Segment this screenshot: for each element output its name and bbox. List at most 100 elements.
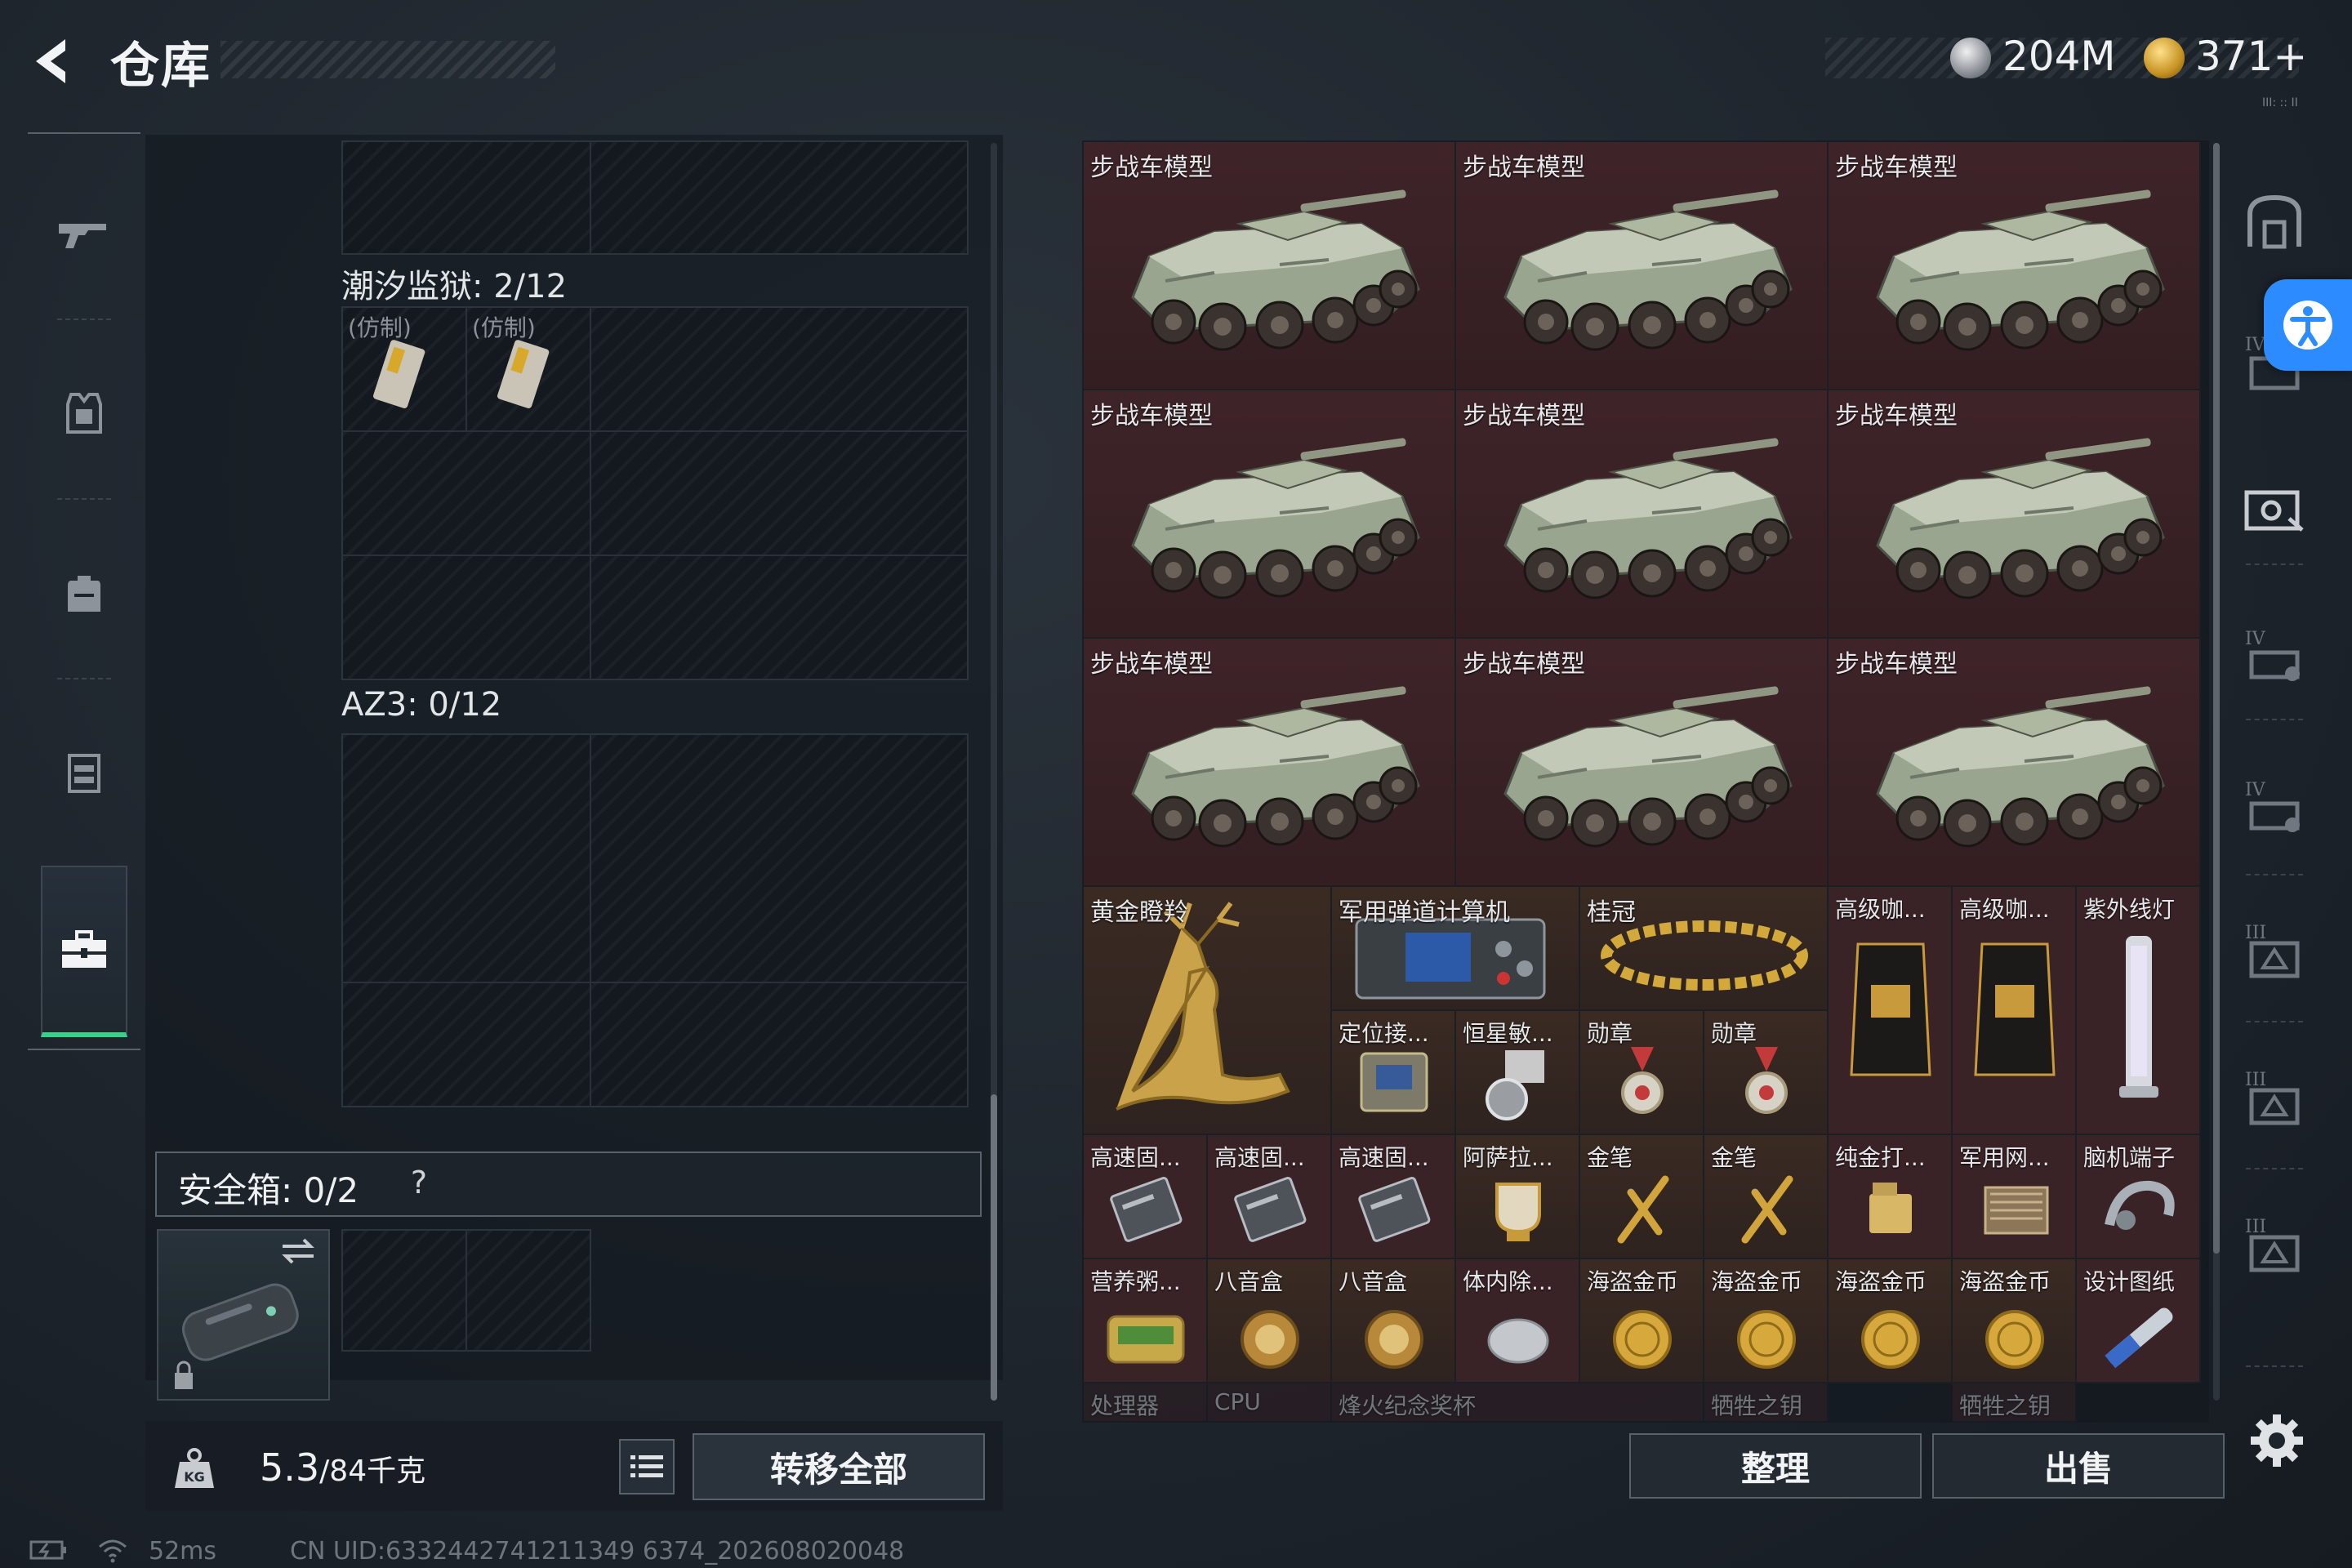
currency-1-value[interactable]: 204M — [2002, 33, 2116, 80]
right-nav-case[interactable] — [2238, 472, 2311, 546]
item-slot-golden-deer[interactable]: 黄金瞪羚 — [1084, 887, 1332, 1135]
right-nav-equipment-iii[interactable]: III — [2238, 915, 2311, 988]
weight-max: /84千克 — [319, 1454, 426, 1488]
item-name: 金笔 — [1587, 1144, 1633, 1171]
item-slot-vehicle-model[interactable]: 步战车模型 — [1084, 639, 1456, 887]
item-slot[interactable]: 高速固... — [1208, 1135, 1332, 1259]
item-name: 步战车模型 — [1463, 154, 1585, 182]
grid-divider — [341, 982, 969, 983]
nav-backpack[interactable] — [41, 547, 127, 637]
item-slot[interactable]: 营养粥... — [1084, 1259, 1208, 1383]
item-slot-vehicle-model[interactable]: 步战车模型 — [1829, 639, 2201, 887]
item-slot[interactable]: 阿萨拉... — [1456, 1135, 1580, 1259]
item-slot[interactable]: 脑机端子 — [2077, 1135, 2201, 1259]
title-decoration — [220, 41, 555, 78]
accessibility-button[interactable] — [2264, 279, 2352, 371]
item-name: 营养粥... — [1090, 1268, 1181, 1295]
lock-icon — [172, 1360, 196, 1391]
nav-armor[interactable] — [41, 368, 127, 457]
container-1-grid[interactable] — [341, 306, 969, 680]
right-nav-separator — [2246, 1021, 2303, 1022]
transfer-all-button[interactable]: 转移全部 — [693, 1433, 985, 1500]
right-nav-equipment-iii[interactable]: III — [2238, 1062, 2311, 1135]
sort-button[interactable]: 整理 — [1629, 1433, 1922, 1499]
right-nav-separator — [2246, 1365, 2303, 1367]
item-slot[interactable]: 体内除... — [1456, 1259, 1580, 1383]
item-slot-vehicle-model[interactable]: 步战车模型 — [1084, 142, 1456, 390]
item-slot[interactable]: 处理器 — [1084, 1383, 1208, 1423]
item-slot[interactable]: 设计图纸 — [2077, 1259, 2201, 1383]
item-slot-premium-coffee[interactable]: 高级咖... — [1953, 887, 2077, 1135]
item-slot-star-sensor[interactable]: 恒星敏... — [1456, 1011, 1580, 1135]
container-2-label: AZ3: 0/12 — [341, 686, 502, 724]
item-slot[interactable]: 金笔 — [1580, 1135, 1704, 1259]
item-name: 桂冠 — [1587, 898, 1636, 927]
right-nav-equipment-iv[interactable]: IV — [2238, 772, 2311, 845]
stash-scrollbar-thumb[interactable] — [991, 1094, 997, 1401]
item-name: 定位接... — [1339, 1020, 1429, 1047]
item-name: 脑机端子 — [2083, 1144, 2176, 1171]
item-slot-locator[interactable]: 定位接... — [1332, 1011, 1456, 1135]
item-slot[interactable]: 金笔 — [1704, 1135, 1829, 1259]
item-slot-medal[interactable]: 勋章 — [1580, 1011, 1704, 1135]
container-2-grid[interactable] — [341, 733, 969, 1107]
item-slot[interactable]: 八音盒 — [1332, 1259, 1456, 1383]
item-slot-vehicle-model[interactable]: 步战车模型 — [1829, 390, 2201, 639]
item-name: 牺牲之钥 — [1959, 1392, 2051, 1419]
keycard-icon — [372, 340, 425, 408]
item-name: CPU — [1214, 1388, 1261, 1415]
imitation-item-2[interactable] — [490, 335, 555, 416]
swap-icon[interactable] — [278, 1235, 318, 1267]
item-slot[interactable]: 海盗金币 — [1580, 1259, 1704, 1383]
sell-button[interactable]: 出售 — [1932, 1433, 2225, 1499]
upper-container-grid[interactable] — [341, 140, 969, 255]
item-slot-premium-coffee[interactable]: 高级咖... — [1829, 887, 1953, 1135]
item-name: 军用网... — [1959, 1144, 2050, 1171]
nav-stash[interactable] — [41, 866, 127, 1037]
item-slot[interactable]: 牺牲之钥 — [1704, 1383, 1829, 1423]
item-name: 海盗金币 — [1959, 1268, 2051, 1295]
nav-separator — [57, 678, 111, 679]
item-slot[interactable]: 军用网... — [1953, 1135, 2077, 1259]
item-slot[interactable]: 高速固... — [1084, 1135, 1208, 1259]
nav-weapons[interactable] — [41, 188, 127, 278]
item-name: 步战车模型 — [1835, 402, 1958, 430]
item-slot[interactable]: CPU — [1208, 1383, 1332, 1423]
nav-chest-rig[interactable] — [41, 727, 127, 817]
item-slot-vehicle-model[interactable]: 步战车模型 — [1084, 390, 1456, 639]
safebox-help-button[interactable]: ? — [399, 1165, 439, 1205]
item-slot-vehicle-model[interactable]: 步战车模型 — [1456, 390, 1829, 639]
equipment-slot-icon: IV — [2245, 780, 2300, 832]
item-slot-medal[interactable]: 勋章 — [1704, 1011, 1829, 1135]
back-button[interactable] — [24, 33, 82, 90]
currency-2-value[interactable]: 371+ — [2195, 33, 2307, 80]
item-slot[interactable]: 牺牲之钥 — [1953, 1383, 2077, 1423]
page-title: 仓库 — [110, 38, 212, 95]
item-name: 步战车模型 — [1090, 154, 1213, 182]
item-slot[interactable]: 海盗金币 — [1953, 1259, 2077, 1383]
item-slot[interactable]: 烽火纪念奖杯 — [1332, 1383, 1704, 1423]
item-slot[interactable]: 纯金打... — [1829, 1135, 1953, 1259]
item-slot-vehicle-model[interactable]: 步战车模型 — [1456, 639, 1829, 887]
item-slot-uv-lamp[interactable]: 紫外线灯 — [2077, 887, 2201, 1135]
item-slot-laurel[interactable]: 桂冠 — [1580, 887, 1829, 1011]
imitation-item-1[interactable] — [366, 335, 431, 416]
tier-tag: III — [2245, 923, 2266, 943]
item-slot-vehicle-model[interactable]: 步战车模型 — [1829, 142, 2201, 390]
items-scrollbar-thumb[interactable] — [2213, 143, 2220, 1254]
right-nav-equipment-iv[interactable]: IV — [2238, 621, 2311, 694]
item-slot[interactable]: 海盗金币 — [1704, 1259, 1829, 1383]
item-name: 纯金打... — [1835, 1144, 1926, 1171]
item-slot[interactable]: 高速固... — [1332, 1135, 1456, 1259]
right-nav-home[interactable] — [2238, 184, 2311, 257]
item-slot-vehicle-model[interactable]: 步战车模型 — [1456, 142, 1829, 390]
settings-button[interactable] — [2247, 1411, 2306, 1470]
case-icon — [2244, 490, 2304, 532]
list-view-button[interactable] — [619, 1439, 675, 1494]
item-slot[interactable]: 八音盒 — [1208, 1259, 1332, 1383]
right-nav-separator — [2246, 874, 2303, 875]
item-slot-ballistic-computer[interactable]: 军用弹道计算机 — [1332, 887, 1580, 1011]
tier-tag: IV — [2245, 780, 2266, 800]
item-slot[interactable]: 海盗金币 — [1829, 1259, 1953, 1383]
right-nav-equipment-iii[interactable]: III — [2238, 1209, 2311, 1282]
